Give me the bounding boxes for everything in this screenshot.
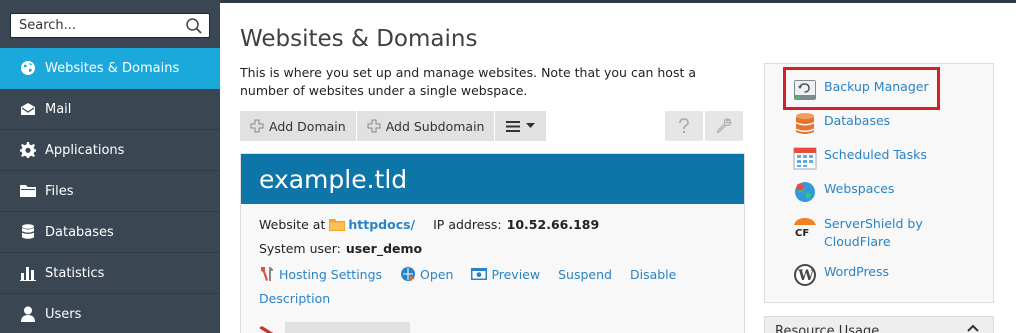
page-description: This is where you set up and manage webs… [240, 65, 696, 98]
preview-icon [471, 268, 488, 280]
preview-link[interactable]: Preview [471, 262, 540, 286]
chevron-up-icon[interactable] [967, 324, 979, 332]
menu-icon [506, 120, 521, 132]
webspaces-icon [795, 182, 815, 202]
page-title: Websites & Domains [240, 26, 478, 52]
sidebar-nav: Websites & Domains Mail Applications Fil… [0, 48, 220, 333]
globe-icon [19, 59, 37, 77]
cloudflare-icon: CF [794, 218, 816, 239]
partial-button[interactable] [285, 322, 410, 333]
partial-row [257, 322, 410, 333]
suspend-link[interactable]: Suspend [558, 262, 612, 286]
webspaces-link[interactable]: Webspaces [793, 180, 894, 204]
sidebar-item-label: Users [45, 306, 82, 322]
database-icon [19, 223, 37, 241]
sidebar-item-users[interactable]: Users [0, 294, 220, 333]
database-icon [796, 113, 814, 134]
top-bar [220, 0, 1016, 3]
scheduled-tasks-label: Scheduled Tasks [824, 147, 927, 162]
plus-icon [250, 119, 264, 133]
svg-text:CF: CF [795, 228, 809, 239]
sidebar-item-websites-domains[interactable]: Websites & Domains [0, 48, 220, 89]
description-link[interactable]: Description [259, 286, 330, 310]
wordpress-label: WordPress [824, 264, 890, 279]
sidebar-item-label: Applications [45, 142, 125, 158]
add-subdomain-label: Add Subdomain [385, 118, 485, 134]
settings-button[interactable] [705, 111, 743, 141]
question-icon [679, 118, 689, 133]
website-folder-link[interactable]: httpdocs/ [348, 217, 415, 232]
sidebar-item-databases[interactable]: Databases [0, 212, 220, 253]
svg-text:W: W [797, 268, 814, 284]
bar-chart-icon [19, 264, 37, 282]
website-row: Website at httpdocs/ IP address: 10.52.6… [259, 212, 744, 236]
disable-link[interactable]: Disable [630, 262, 676, 286]
hosting-settings-label: Hosting Settings [279, 266, 383, 282]
sidebar-item-label: Statistics [45, 265, 105, 281]
scheduled-tasks-link[interactable]: Scheduled Tasks [793, 146, 927, 170]
sidebar-item-label: Websites & Domains [45, 60, 180, 76]
wordpress-link[interactable]: W WordPress [793, 263, 889, 287]
open-label: Open [420, 266, 454, 282]
domain-details: Website at httpdocs/ IP address: 10.52.6… [241, 204, 744, 310]
help-button[interactable] [665, 111, 703, 141]
search-icon[interactable] [185, 17, 203, 35]
tools-icon [261, 267, 273, 281]
add-subdomain-button[interactable]: Add Subdomain [356, 111, 496, 141]
gear-icon [19, 141, 37, 159]
open-link[interactable]: Open [400, 262, 453, 286]
servershield-link[interactable]: CF ServerShield by CloudFlare [793, 215, 963, 251]
sidebar-item-label: Mail [45, 101, 72, 117]
domain-name[interactable]: example.tld [241, 154, 744, 204]
system-user-label: System user: [259, 240, 341, 256]
suspend-label: Suspend [558, 266, 612, 282]
calendar-icon [793, 147, 817, 170]
databases-label: Databases [824, 113, 891, 128]
mail-icon [19, 100, 37, 118]
domain-card: example.tld Website at httpdocs/ IP addr… [240, 153, 745, 333]
sidebar-item-mail[interactable]: Mail [0, 89, 220, 130]
sidebar-item-statistics[interactable]: Statistics [0, 253, 220, 294]
databases-link[interactable]: Databases [793, 112, 890, 136]
wrench-icon [716, 118, 732, 134]
toolbar: Add Domain Add Subdomain [240, 111, 548, 141]
ip-value: 10.52.66.189 [506, 216, 600, 232]
disable-label: Disable [629, 266, 677, 282]
search-input[interactable] [11, 14, 181, 37]
resource-usage-title: Resource Usage [775, 324, 880, 333]
domain-actions: Hosting Settings Open Preview Suspend Di… [259, 262, 729, 310]
sidebar-item-files[interactable]: Files [0, 171, 220, 212]
website-at-label: Website at [259, 216, 326, 232]
description-label: Description [259, 290, 331, 306]
highlight-box [783, 67, 940, 110]
resource-usage-panel[interactable]: Resource Usage [764, 316, 994, 333]
servershield-label: ServerShield by CloudFlare [824, 216, 923, 249]
folder-icon [19, 182, 37, 200]
sidebar-item-label: Databases [45, 224, 114, 240]
sidebar-item-label: Files [45, 183, 74, 199]
preview-label: Preview [491, 266, 541, 282]
chevron-down-icon [526, 123, 536, 128]
sidebar: Websites & Domains Mail Applications Fil… [0, 0, 220, 333]
wordpress-icon: W [794, 264, 816, 286]
add-domain-button[interactable]: Add Domain [240, 111, 357, 141]
pencil-icon [259, 326, 274, 333]
open-globe-icon [401, 267, 416, 282]
webspaces-label: Webspaces [824, 181, 895, 196]
plus-icon [367, 119, 381, 133]
ip-label: IP address: [433, 216, 502, 232]
folder-icon [329, 218, 346, 231]
hosting-settings-link[interactable]: Hosting Settings [259, 262, 382, 286]
add-domain-label: Add Domain [269, 118, 346, 134]
more-menu-button[interactable] [495, 111, 548, 141]
system-user-value: user_demo [345, 240, 423, 256]
sidebar-item-applications[interactable]: Applications [0, 130, 220, 171]
search-box [10, 13, 210, 38]
user-icon [19, 305, 37, 323]
system-user-row: System user: user_demo [259, 236, 744, 260]
